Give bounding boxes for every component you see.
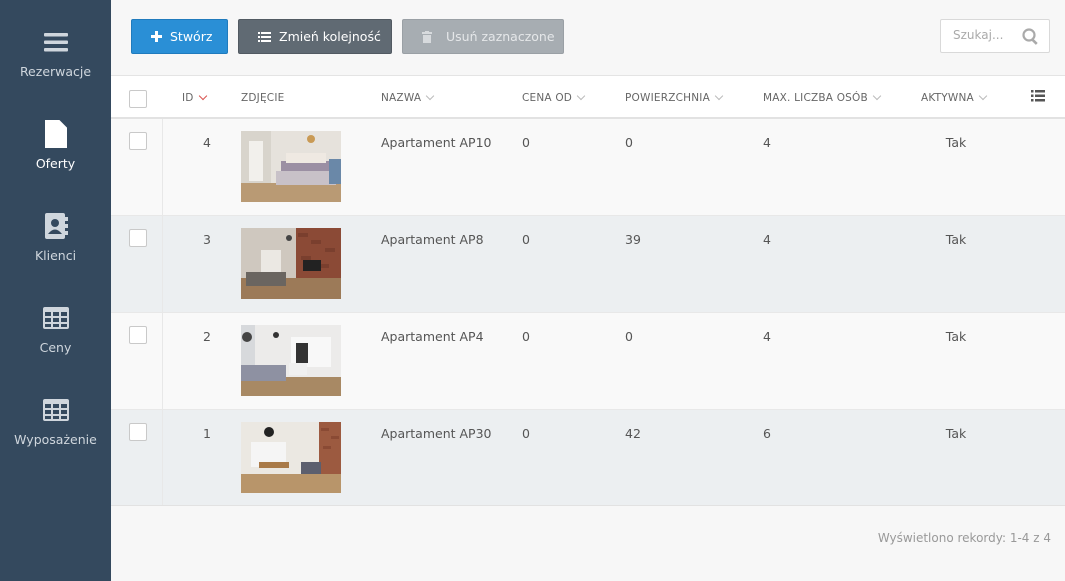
table-icon: [42, 396, 69, 424]
sidebar-item-ceny[interactable]: Ceny: [0, 276, 111, 368]
row-price-from: 0: [522, 232, 530, 247]
apartment-photo[interactable]: [241, 422, 341, 493]
row-id: 4: [203, 135, 211, 150]
row-name: Apartament AP8: [381, 232, 484, 247]
row-id: 2: [203, 329, 211, 344]
row-max-people: 4: [763, 329, 771, 344]
row-area: 39: [625, 232, 641, 247]
column-header-active[interactable]: AKTYWNA: [921, 91, 988, 104]
document-icon: [44, 120, 67, 148]
create-button[interactable]: Stwórz: [131, 19, 228, 54]
create-button-label: Stwórz: [170, 29, 213, 44]
table-row[interactable]: 4 Apartament AP10 0 0 4 Tak: [111, 119, 1065, 216]
sidebar-item-label: Oferty: [35, 156, 76, 171]
row-checkbox[interactable]: [129, 229, 147, 247]
chevron-down-icon: [872, 91, 882, 101]
delete-selected-button-label: Usuń zaznaczone: [446, 29, 555, 44]
sidebar-item-label: Klienci: [34, 248, 77, 263]
row-checkbox[interactable]: [129, 132, 147, 150]
sidebar-item-label: Ceny: [39, 340, 72, 355]
row-name: Apartament AP4: [381, 329, 484, 344]
sidebar-item-rezerwacje[interactable]: Rezerwacje: [0, 0, 111, 92]
row-max-people: 4: [763, 232, 771, 247]
row-area: 42: [625, 426, 641, 441]
column-header-price-from[interactable]: CENA OD: [522, 91, 586, 104]
chevron-down-icon: [425, 91, 435, 101]
table-footer: Wyświetlono rekordy: 1-4 z 4: [111, 505, 1065, 581]
chevron-down-icon: [978, 91, 988, 101]
table-row[interactable]: 3 Apartament AP8 0 39 4 Tak: [111, 216, 1065, 313]
offers-table: ID ZDJĘCIE NAZWA CENA OD POWIERZCHNIA MA…: [111, 76, 1065, 507]
sidebar-item-wyposazenie[interactable]: Wyposażenie: [0, 368, 111, 460]
apartment-photo[interactable]: [241, 131, 341, 202]
sidebar: Rezerwacje Oferty Klienci Ceny Wyposażen…: [0, 0, 111, 581]
row-active: Tak: [945, 232, 967, 247]
column-header-area[interactable]: POWIERZCHNIA: [625, 91, 724, 104]
toolbar: Stwórz Zmień kolejność Usuń zaznaczone: [111, 0, 1065, 76]
row-id: 1: [203, 426, 211, 441]
row-active: Tak: [945, 426, 967, 441]
row-active: Tak: [945, 329, 967, 344]
row-area: 0: [625, 135, 633, 150]
menu-icon: [43, 28, 68, 56]
column-header-photo: ZDJĘCIE: [241, 92, 285, 104]
sidebar-item-label: Rezerwacje: [19, 64, 92, 79]
row-price-from: 0: [522, 135, 530, 150]
column-header-name[interactable]: NAZWA: [381, 91, 435, 104]
search-icon[interactable]: [1022, 28, 1039, 45]
chevron-down-icon: [576, 91, 586, 101]
row-name: Apartament AP10: [381, 135, 492, 150]
sidebar-item-oferty[interactable]: Oferty: [0, 92, 111, 184]
row-checkbox[interactable]: [129, 423, 147, 441]
table-icon: [42, 304, 69, 332]
reorder-button-label: Zmień kolejność: [279, 29, 381, 44]
table-row[interactable]: 1 Apartament AP30 0 42 6 Tak: [111, 410, 1065, 507]
table-header: ID ZDJĘCIE NAZWA CENA OD POWIERZCHNIA MA…: [111, 76, 1065, 119]
sidebar-item-label: Wyposażenie: [14, 432, 97, 447]
trash-icon: [422, 30, 432, 43]
row-id: 3: [203, 232, 211, 247]
row-checkbox[interactable]: [129, 326, 147, 344]
table-row[interactable]: 2 Apartament AP4 0 0 4 Tak: [111, 313, 1065, 410]
row-price-from: 0: [522, 329, 530, 344]
sidebar-item-klienci[interactable]: Klienci: [0, 184, 111, 276]
row-active: Tak: [945, 135, 967, 150]
records-info: Wyświetlono rekordy: 1-4 z 4: [877, 531, 1051, 545]
plus-icon: [151, 31, 162, 42]
delete-selected-button[interactable]: Usuń zaznaczone: [402, 19, 564, 54]
row-name: Apartament AP30: [381, 426, 492, 441]
select-all-checkbox[interactable]: [129, 90, 147, 108]
reorder-button[interactable]: Zmień kolejność: [238, 19, 392, 54]
search-input[interactable]: [953, 28, 1019, 42]
sort-desc-icon: [198, 91, 207, 101]
row-price-from: 0: [522, 426, 530, 441]
columns-list-icon[interactable]: [1031, 90, 1045, 102]
contact-book-icon: [44, 212, 68, 240]
search-box[interactable]: [940, 19, 1050, 53]
row-area: 0: [625, 329, 633, 344]
chevron-down-icon: [714, 91, 724, 101]
apartment-photo[interactable]: [241, 228, 341, 299]
row-max-people: 4: [763, 135, 771, 150]
list-icon: [258, 31, 271, 42]
column-header-max-people[interactable]: MAX. LICZBA OSÓB: [763, 91, 882, 104]
column-header-id[interactable]: ID: [182, 91, 207, 104]
row-max-people: 6: [763, 426, 771, 441]
apartment-photo[interactable]: [241, 325, 341, 396]
